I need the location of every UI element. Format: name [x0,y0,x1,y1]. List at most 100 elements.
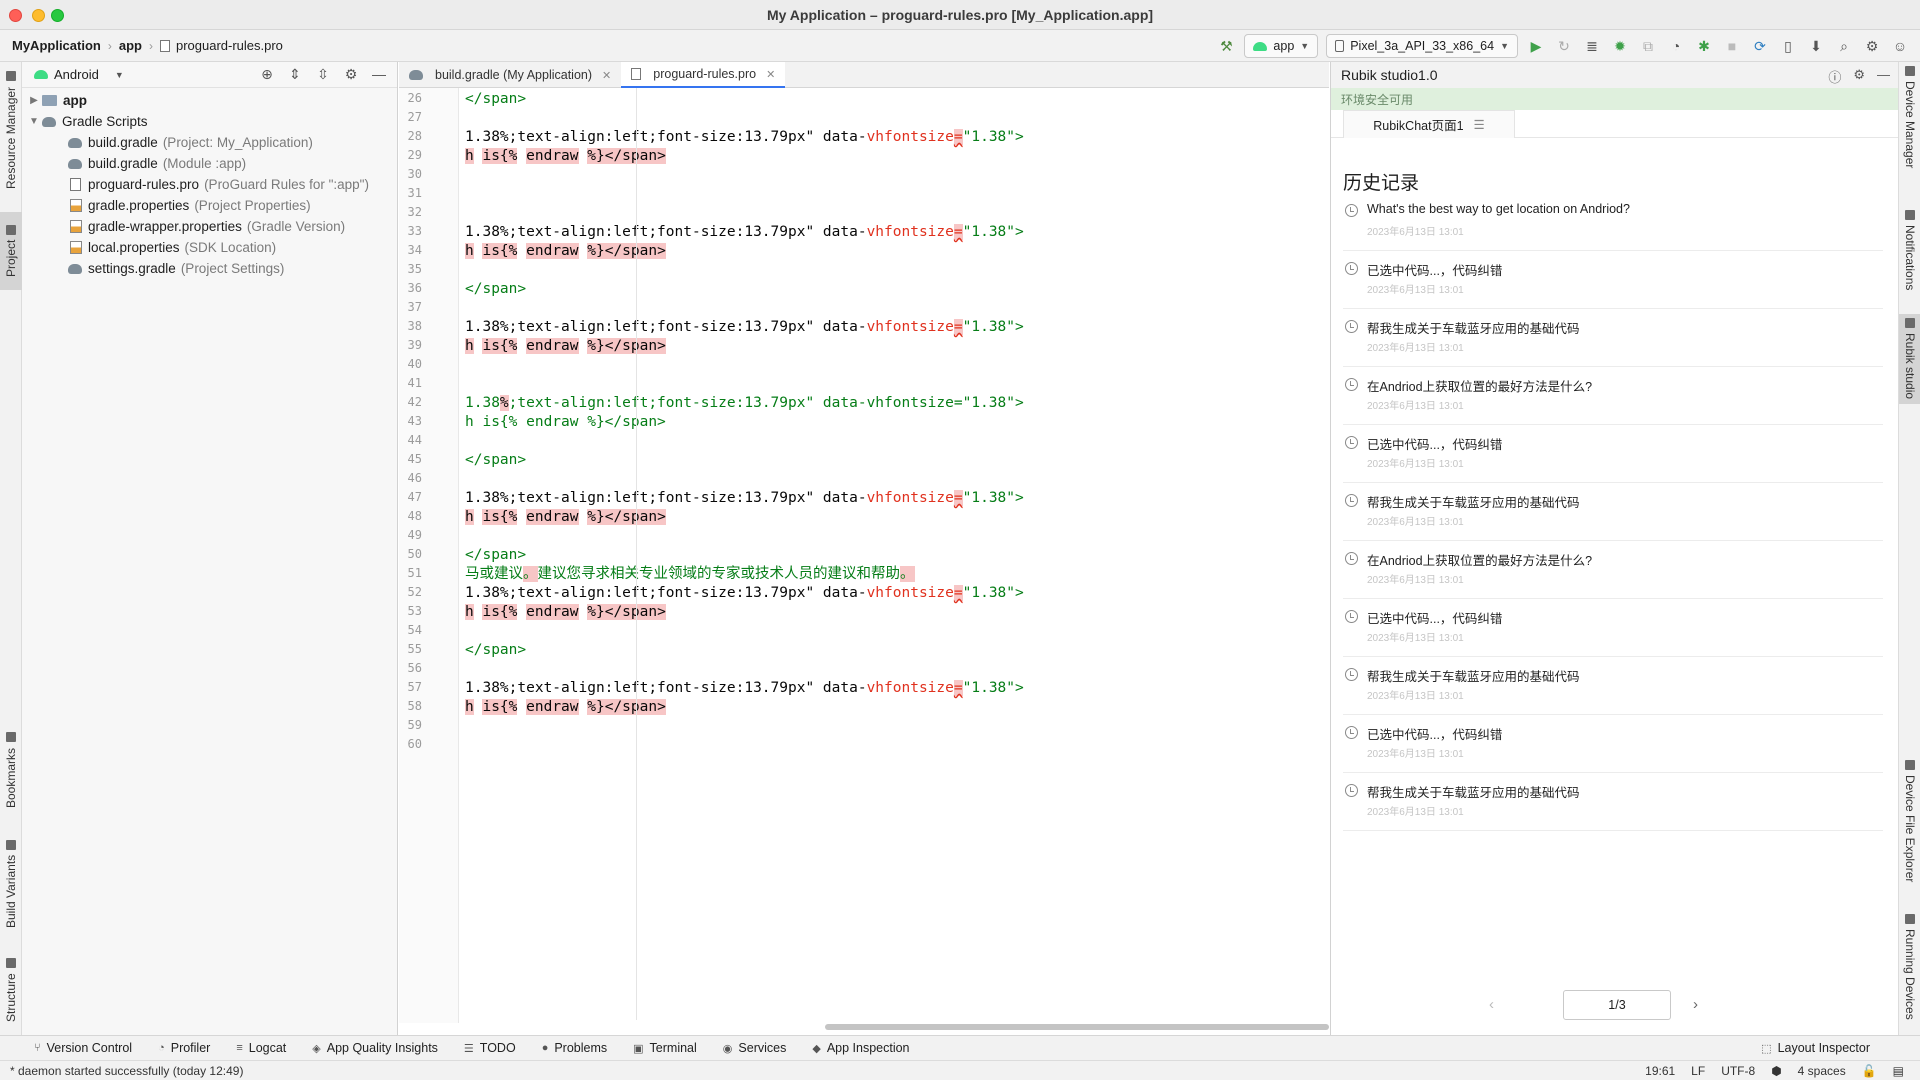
chevron-right-icon[interactable]: ▶ [26,95,42,106]
history-item[interactable]: 已选中代码...，代码纠错 2023年6月13日 13:01 [1343,251,1883,309]
caret-position[interactable]: 19:61 [1645,1064,1675,1078]
close-icon[interactable]: ✕ [602,69,611,82]
line-number[interactable]: 58 [404,699,422,713]
sync-gradle-icon[interactable]: ⟳ [1748,34,1772,58]
history-item[interactable]: What's the best way to get location on A… [1343,193,1883,251]
line-number[interactable]: 29 [404,148,422,162]
line-number[interactable]: 30 [404,167,422,181]
editor-tab-proguard-rules[interactable]: proguard-rules.pro ✕ [621,62,786,88]
gear-icon[interactable]: ⚙ [1853,67,1865,86]
device-mirror-icon[interactable]: ▯ [1776,34,1800,58]
breadcrumb-file[interactable]: proguard-rules.pro [176,38,283,53]
chevron-down-icon[interactable]: ▼ [26,116,42,127]
stop-icon[interactable]: ■ [1720,34,1744,58]
terminal-tool[interactable]: ▣ Terminal [633,1041,697,1055]
rubik-chat-tab[interactable]: RubikChat页面1 ☰ [1343,110,1515,138]
tree-item-build-gradle-module[interactable]: build.gradle (Module :app) [22,153,397,174]
line-number[interactable]: 27 [404,110,422,124]
history-item[interactable]: 已选中代码...，代码纠错 2023年6月13日 13:01 [1343,599,1883,657]
line-number[interactable]: 54 [404,623,422,637]
account-icon[interactable]: ☺ [1888,34,1912,58]
page-indicator[interactable]: 1/3 [1563,990,1671,1020]
line-number[interactable]: 52 [404,585,422,599]
file-encoding[interactable]: UTF-8 [1721,1064,1755,1078]
line-number[interactable]: 59 [404,718,422,732]
notifications-tab[interactable]: Notifications [1899,206,1920,306]
attach-debugger-icon[interactable]: ⧉ [1636,34,1660,58]
logcat-tool[interactable]: ≡ Logcat [236,1041,286,1055]
status-message[interactable]: * daemon started successfully (today 12:… [10,1064,243,1078]
tree-item-proguard-rules[interactable]: proguard-rules.pro (ProGuard Rules for "… [22,174,397,195]
tree-item-settings-gradle[interactable]: settings.gradle (Project Settings) [22,258,397,279]
todo-tool[interactable]: ☰ TODO [464,1041,516,1055]
collapse-all-icon[interactable]: ⇳ [313,66,333,83]
profile-icon[interactable]: ◔ [1664,34,1688,58]
hide-panel-icon[interactable]: — [1877,67,1890,86]
close-icon[interactable]: ✕ [766,68,775,81]
line-number[interactable]: 36 [404,281,422,295]
code-editor[interactable]: </span> 1.38%;text-align:left;font-size:… [460,88,1329,1023]
tree-item-build-gradle-project[interactable]: build.gradle (Project: My_Application) [22,132,397,153]
line-number[interactable]: 31 [404,186,422,200]
coverage-icon[interactable]: ✱ [1692,34,1716,58]
tree-item-local-properties[interactable]: local.properties (SDK Location) [22,237,397,258]
line-number[interactable]: 45 [404,452,422,466]
notifications-icon[interactable]: ▤ [1893,1064,1904,1078]
line-number[interactable]: 49 [404,528,422,542]
rubik-status-icon[interactable]: ⬢ [1771,1064,1781,1078]
chevron-right-icon[interactable]: › [1693,996,1698,1013]
run-config-select[interactable]: app ▼ [1244,34,1319,58]
line-number[interactable]: 44 [404,433,422,447]
line-separator[interactable]: LF [1691,1064,1705,1078]
line-number[interactable]: 43 [404,414,422,428]
profiler-tool[interactable]: ◔ Profiler [158,1041,210,1055]
line-number[interactable]: 46 [404,471,422,485]
resource-manager-tab[interactable]: Resource Manager [0,66,22,194]
history-item[interactable]: 帮我生成关于车载蓝牙应用的基础代码 2023年6月13日 13:01 [1343,657,1883,715]
locate-file-icon[interactable]: ⊕ [257,66,277,83]
app-inspection-tool[interactable]: ◆ App Inspection [812,1041,909,1055]
history-item[interactable]: 帮我生成关于车载蓝牙应用的基础代码 2023年6月13日 13:01 [1343,483,1883,541]
menu-icon[interactable]: ☰ [1474,117,1485,132]
line-number[interactable]: 55 [404,642,422,656]
horizontal-scrollbar[interactable] [825,1024,1329,1030]
history-item[interactable]: 已选中代码...，代码纠错 2023年6月13日 13:01 [1343,715,1883,773]
line-number[interactable]: 26 [404,91,422,105]
line-number[interactable]: 48 [404,509,422,523]
history-item[interactable]: 帮我生成关于车载蓝牙应用的基础代码 2023年6月13日 13:01 [1343,773,1883,831]
line-number[interactable]: 50 [404,547,422,561]
line-number[interactable]: 57 [404,680,422,694]
lock-icon[interactable]: 🔓 [1862,1064,1877,1078]
gear-icon[interactable]: ⚙ [1860,34,1884,58]
sdk-manager-icon[interactable]: ⬇ [1804,34,1828,58]
line-number[interactable]: 42 [404,395,422,409]
bookmarks-tab[interactable]: Bookmarks [0,730,22,810]
tree-item-gradle-wrapper-properties[interactable]: gradle-wrapper.properties (Gradle Versio… [22,216,397,237]
tree-item-app[interactable]: ▶ app [22,90,397,111]
project-view-select[interactable]: Android [54,67,99,82]
line-number[interactable]: 38 [404,319,422,333]
structure-tab[interactable]: Structure [0,950,22,1030]
line-number[interactable]: 56 [404,661,422,675]
history-item[interactable]: 已选中代码...，代码纠错 2023年6月13日 13:01 [1343,425,1883,483]
device-manager-tab[interactable]: Device Manager [1899,62,1920,190]
line-number[interactable]: 51 [404,566,422,580]
rubik-studio-tab[interactable]: Rubik studio [1899,314,1920,404]
line-number[interactable]: 39 [404,338,422,352]
problems-tool[interactable]: ● Problems [542,1041,607,1055]
apply-changes-icon[interactable]: ≣ [1580,34,1604,58]
hide-panel-icon[interactable]: — [369,66,389,83]
app-quality-insights-tool[interactable]: ◈ App Quality Insights [312,1041,438,1055]
line-number[interactable]: 41 [404,376,422,390]
line-number[interactable]: 60 [404,737,422,751]
tree-item-gradle-properties[interactable]: gradle.properties (Project Properties) [22,195,397,216]
editor-tab-build-gradle[interactable]: build.gradle (My Application) ✕ [399,62,621,88]
line-number[interactable]: 47 [404,490,422,504]
version-control-tool[interactable]: ⑂ Version Control [34,1041,132,1055]
device-file-explorer-tab[interactable]: Device File Explorer [1899,756,1920,896]
services-tool[interactable]: ◉ Services [723,1041,787,1055]
line-number[interactable]: 32 [404,205,422,219]
gear-icon[interactable]: ⚙ [341,66,361,83]
help-icon[interactable]: ⓘ [1828,67,1841,86]
breadcrumb-module[interactable]: app [119,38,142,53]
